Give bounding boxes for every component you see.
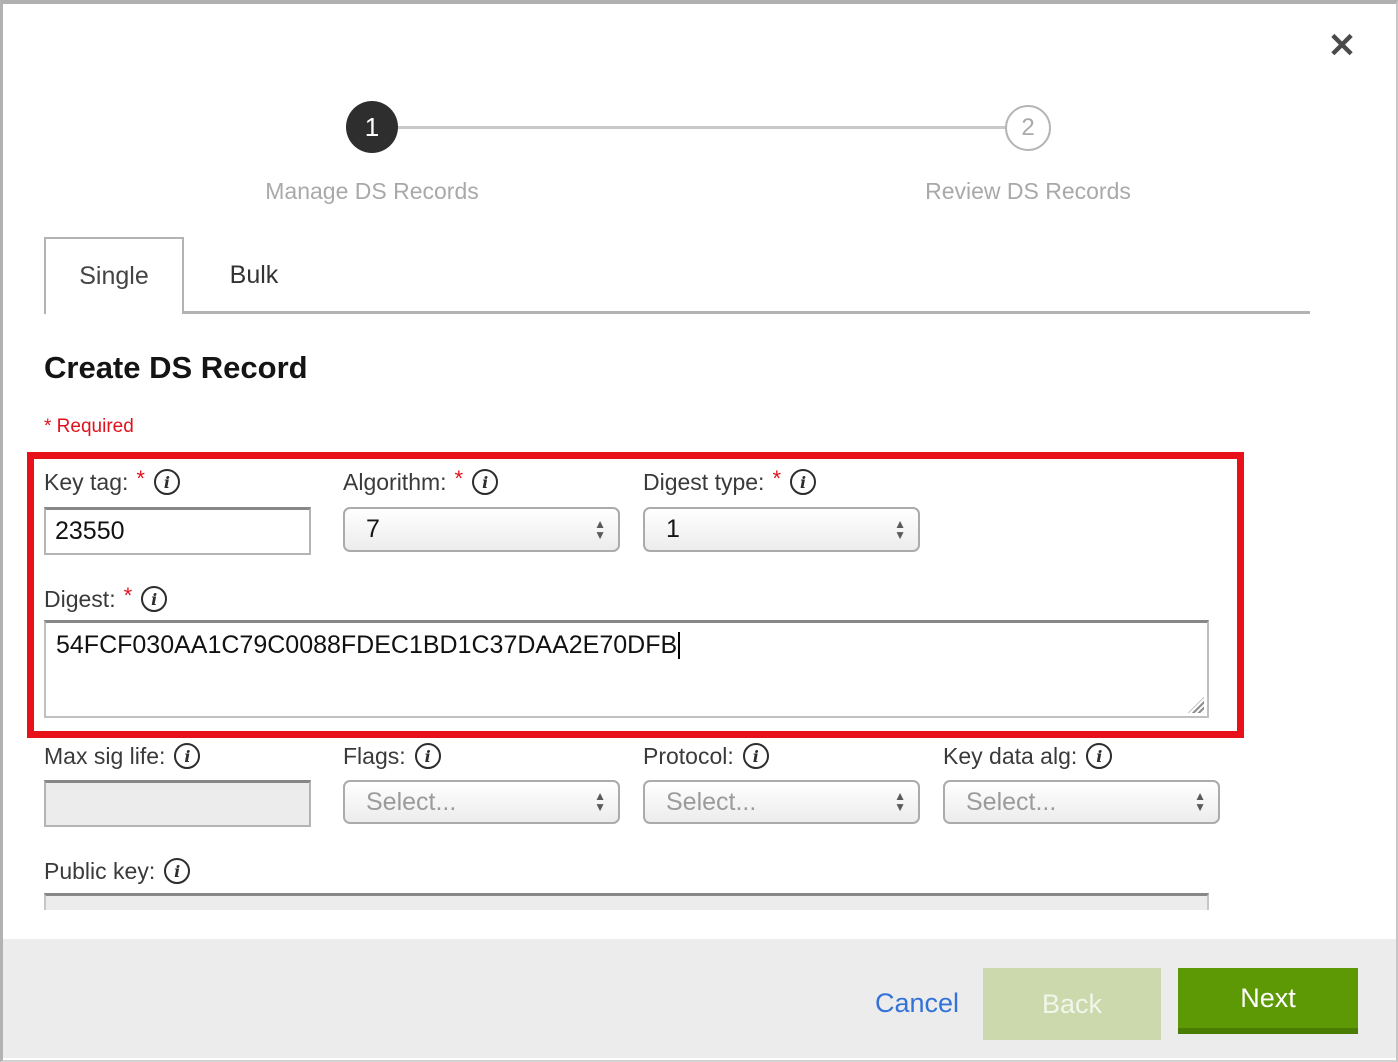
digest-textarea[interactable]: 54FCF030AA1C79C0088FDEC1BD1C37DAA2E70DFB xyxy=(44,620,1209,718)
key-data-alg-label-text: Key data alg: xyxy=(943,743,1077,770)
info-glyph: i xyxy=(151,590,157,609)
modal-footer: Cancel Back Next xyxy=(3,939,1396,1058)
digest-label: Digest: * i xyxy=(44,584,167,614)
arrow-down-icon: ▼ xyxy=(594,530,606,541)
flags-label-text: Flags: xyxy=(343,743,406,770)
required-asterisk: * xyxy=(455,466,464,492)
key-data-alg-select[interactable]: Select... ▲ ▼ xyxy=(943,780,1220,824)
arrow-down-icon: ▼ xyxy=(594,802,606,813)
key-tag-label-text: Key tag: xyxy=(44,469,128,496)
info-glyph: i xyxy=(425,747,431,766)
info-icon[interactable]: i xyxy=(164,858,190,884)
step-2-indicator: 2 xyxy=(1005,105,1051,151)
digest-label-text: Digest: xyxy=(44,586,116,613)
next-button[interactable]: Next xyxy=(1178,968,1358,1034)
protocol-select[interactable]: Select... ▲ ▼ xyxy=(643,780,920,824)
protocol-label-text: Protocol: xyxy=(643,743,734,770)
arrow-down-icon: ▼ xyxy=(894,530,906,541)
key-data-alg-select-value: Select... xyxy=(966,788,1056,817)
arrow-down-icon: ▼ xyxy=(894,802,906,813)
info-icon[interactable]: i xyxy=(743,743,769,769)
public-key-textarea[interactable] xyxy=(44,893,1209,910)
arrow-down-icon: ▼ xyxy=(1194,802,1206,813)
info-icon[interactable]: i xyxy=(790,469,816,495)
tab-single-label: Single xyxy=(79,262,149,291)
cancel-button[interactable]: Cancel xyxy=(875,988,959,1019)
info-glyph: i xyxy=(800,473,806,492)
protocol-label: Protocol: i xyxy=(643,741,769,771)
back-button[interactable]: Back xyxy=(983,968,1161,1040)
key-tag-input[interactable] xyxy=(44,507,311,555)
info-glyph: i xyxy=(753,747,759,766)
stepper-connector-line xyxy=(396,126,1010,129)
info-icon[interactable]: i xyxy=(1086,743,1112,769)
info-icon[interactable]: i xyxy=(141,586,167,612)
close-button[interactable]: ✕ xyxy=(1322,26,1362,66)
digest-type-label-text: Digest type: xyxy=(643,469,764,496)
algorithm-select[interactable]: 7 ▲ ▼ xyxy=(343,507,620,552)
key-data-alg-label: Key data alg: i xyxy=(943,741,1112,771)
info-icon[interactable]: i xyxy=(154,469,180,495)
digest-type-label: Digest type: * i xyxy=(643,467,816,497)
back-button-label: Back xyxy=(1042,989,1102,1020)
flags-select-value: Select... xyxy=(366,788,456,817)
info-glyph: i xyxy=(184,747,190,766)
algorithm-select-value: 7 xyxy=(366,515,380,544)
max-sig-life-label-text: Max sig life: xyxy=(44,743,165,770)
required-asterisk: * xyxy=(136,466,145,492)
info-icon[interactable]: i xyxy=(472,469,498,495)
digest-value: 54FCF030AA1C79C0088FDEC1BD1C37DAA2E70DFB xyxy=(56,631,677,659)
flags-select[interactable]: Select... ▲ ▼ xyxy=(343,780,620,824)
step-1-indicator: 1 xyxy=(346,101,398,153)
tab-bottom-border xyxy=(183,311,1310,314)
info-glyph: i xyxy=(164,473,170,492)
info-glyph: i xyxy=(482,473,488,492)
max-sig-life-label: Max sig life: i xyxy=(44,741,200,771)
required-note: * Required xyxy=(44,416,134,438)
public-key-label-text: Public key: xyxy=(44,858,155,885)
step-2-label: Review DS Records xyxy=(868,178,1188,205)
select-arrows-icon: ▲ ▼ xyxy=(594,519,606,541)
required-asterisk: * xyxy=(772,466,781,492)
close-icon: ✕ xyxy=(1328,26,1357,66)
text-cursor xyxy=(678,632,680,659)
select-arrows-icon: ▲ ▼ xyxy=(894,519,906,541)
algorithm-label: Algorithm: * i xyxy=(343,467,498,497)
key-tag-label: Key tag: * i xyxy=(44,467,180,497)
info-icon[interactable]: i xyxy=(415,743,441,769)
max-sig-life-input[interactable] xyxy=(44,780,311,827)
public-key-label: Public key: i xyxy=(44,856,190,886)
tab-bulk-label: Bulk xyxy=(230,261,279,290)
required-asterisk: * xyxy=(124,583,133,609)
algorithm-label-text: Algorithm: xyxy=(343,469,447,496)
page-title: Create DS Record xyxy=(44,350,308,386)
select-arrows-icon: ▲ ▼ xyxy=(894,791,906,813)
next-button-label: Next xyxy=(1240,983,1296,1014)
info-glyph: i xyxy=(174,862,180,881)
info-icon[interactable]: i xyxy=(174,743,200,769)
resize-handle-icon[interactable] xyxy=(1188,697,1204,713)
info-glyph: i xyxy=(1096,747,1102,766)
digest-type-select[interactable]: 1 ▲ ▼ xyxy=(643,507,920,552)
select-arrows-icon: ▲ ▼ xyxy=(1194,791,1206,813)
tab-single[interactable]: Single xyxy=(44,237,184,314)
step-1-label: Manage DS Records xyxy=(212,178,532,205)
digest-type-select-value: 1 xyxy=(666,515,680,544)
step-1-number: 1 xyxy=(365,112,379,143)
select-arrows-icon: ▲ ▼ xyxy=(594,791,606,813)
tab-bulk[interactable]: Bulk xyxy=(186,237,322,314)
protocol-select-value: Select... xyxy=(666,788,756,817)
flags-label: Flags: i xyxy=(343,741,441,771)
step-2-number: 2 xyxy=(1021,114,1034,142)
